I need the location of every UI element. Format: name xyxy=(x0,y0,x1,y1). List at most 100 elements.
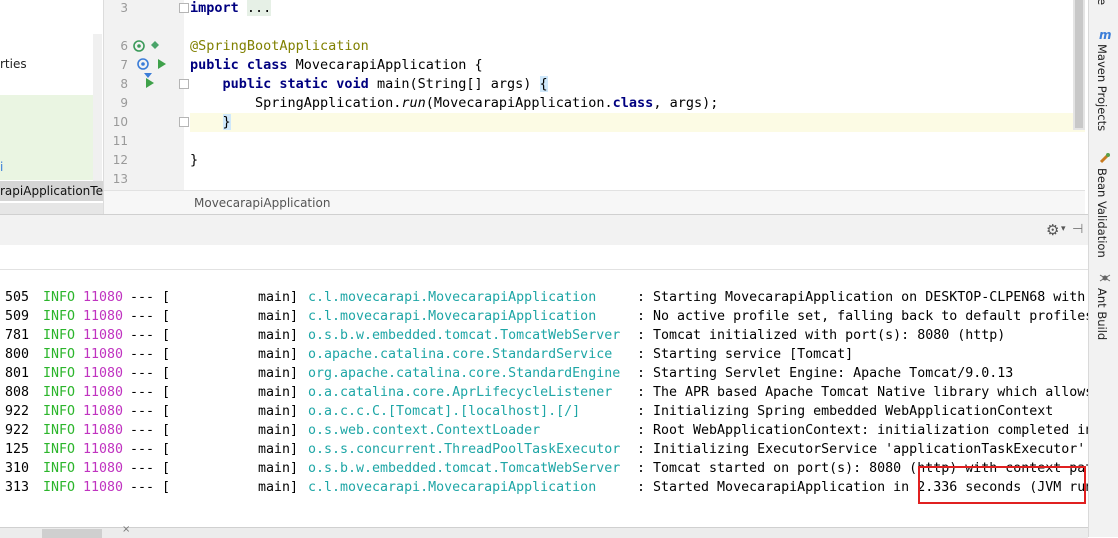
log-time: 310 xyxy=(5,461,30,476)
log-logger: c.l.movecarapi.MovecarapiApplication xyxy=(308,290,597,305)
keyword: public class xyxy=(190,57,288,73)
log-logger: o.s.b.w.embedded.tomcat.TomcatWebServer xyxy=(308,328,621,343)
fold-marker[interactable] xyxy=(179,79,189,89)
maven-icon[interactable]: m xyxy=(1099,28,1112,42)
keyword: class xyxy=(612,95,654,111)
log-separator: --- [ xyxy=(130,404,171,419)
breadcrumb: MovecarapiApplication xyxy=(104,190,1085,214)
code-editor[interactable]: 3 6 7 8 9 10 11 12 13 import ... @Spring… xyxy=(103,0,1085,214)
bean-validation-icon[interactable] xyxy=(1099,152,1111,167)
line-number: 3 xyxy=(120,1,128,15)
log-thread: main] xyxy=(258,347,299,362)
run-main-icon[interactable] xyxy=(145,77,155,92)
log-thread: main] xyxy=(258,309,299,324)
log-level: INFO xyxy=(43,347,76,362)
log-logger: c.l.movecarapi.MovecarapiApplication xyxy=(308,480,597,495)
log-row: 125 INFO 11080 --- [main] o.s.s.concurrent.T… xyxy=(0,440,1088,459)
log-time: 922 xyxy=(5,404,30,419)
right-tool-strip: e m Maven Projects Bean Validation Ant B… xyxy=(1088,0,1118,537)
tool-tab-partial[interactable]: e xyxy=(1095,0,1109,5)
matched-brace: { xyxy=(539,76,548,92)
log-thread: main] xyxy=(258,366,299,381)
maven-projects-tab[interactable]: Maven Projects xyxy=(1095,44,1109,131)
code-line-9: SpringApplication.run(MovecarapiApplicat… xyxy=(190,94,1085,113)
log-message: : No active profile set, falling back to… xyxy=(637,309,1088,324)
class-declaration: MovecarapiApplication { xyxy=(287,57,483,73)
log-pid: 11080 xyxy=(83,442,124,457)
log-row: 922 INFO 11080 --- [main] o.a.c.c.C.[Tomcat]… xyxy=(0,402,1088,421)
log-level: INFO xyxy=(43,480,76,495)
log-pid: 11080 xyxy=(83,366,124,381)
log-message: : Initializing Spring embedded WebApplic… xyxy=(637,404,1054,419)
fold-marker[interactable] xyxy=(179,117,189,127)
breadcrumb-item[interactable]: MovecarapiApplication xyxy=(194,196,330,210)
close-icon[interactable]: × xyxy=(122,524,130,535)
line-number: 7 xyxy=(120,58,128,72)
code-line-8: public static void main(String[] args) { xyxy=(190,75,1085,94)
code-line-10-current: } xyxy=(190,113,1085,132)
bean-validation-tab[interactable]: Bean Validation xyxy=(1095,168,1109,258)
log-message: : Starting service [Tomcat] xyxy=(637,347,854,362)
log-level: INFO xyxy=(43,290,76,305)
keyword: public static void xyxy=(222,76,369,92)
scrollbar-thumb[interactable] xyxy=(1075,0,1083,128)
log-message: : Tomcat initialized with port(s): 8080 … xyxy=(637,328,1006,343)
log-time: 801 xyxy=(5,366,30,381)
log-time: 922 xyxy=(5,423,30,438)
tree-horizontal-scrollbar[interactable] xyxy=(0,203,103,214)
status-bar: × xyxy=(0,524,1088,538)
code-token: (MovecarapiApplication. xyxy=(425,95,613,111)
line-number: 9 xyxy=(120,96,128,110)
tree-highlight-band xyxy=(0,95,96,180)
code-line-12: } xyxy=(190,151,1085,170)
log-pid: 11080 xyxy=(83,461,124,476)
log-logger: c.l.movecarapi.MovecarapiApplication xyxy=(308,309,597,324)
startup-time-highlight xyxy=(918,466,1086,504)
log-level: INFO xyxy=(43,404,76,419)
tree-item-partial[interactable]: i xyxy=(0,160,3,174)
log-level: INFO xyxy=(43,309,76,324)
log-time: 313 xyxy=(5,480,30,495)
project-tree-panel: rties i rapiApplicationTe xyxy=(0,0,103,214)
log-separator: --- [ xyxy=(130,423,171,438)
code-line-6: @SpringBootApplication xyxy=(190,37,1085,56)
log-separator: --- [ xyxy=(130,461,171,476)
log-time: 125 xyxy=(5,442,30,457)
log-row: 808 INFO 11080 --- [main] o.a.catalina.core.… xyxy=(0,383,1088,402)
fold-marker[interactable] xyxy=(179,3,189,13)
log-time: 509 xyxy=(5,309,30,324)
code-line-3: import ... xyxy=(190,0,1085,18)
log-level: INFO xyxy=(43,328,76,343)
spring-bean-icon[interactable] xyxy=(133,40,145,55)
folded-imports[interactable]: ... xyxy=(246,0,272,16)
chevron-down-icon[interactable]: ▾ xyxy=(1061,224,1066,234)
run-class-icon[interactable] xyxy=(157,58,167,73)
log-message: : Starting MovecarapiApplication on DESK… xyxy=(637,290,1088,305)
log-separator: --- [ xyxy=(130,328,171,343)
gear-icon[interactable]: ⚙ xyxy=(1046,221,1059,239)
log-thread: main] xyxy=(258,461,299,476)
editor-scrollbar[interactable] xyxy=(1073,0,1085,130)
tree-item-selected-test[interactable]: rapiApplicationTe xyxy=(0,181,103,201)
hide-panel-icon[interactable]: ⊣ xyxy=(1072,222,1083,237)
log-logger: o.a.c.c.C.[Tomcat].[localhost].[/] xyxy=(308,404,581,419)
log-time: 800 xyxy=(5,347,30,362)
spring-config-icon[interactable] xyxy=(149,39,161,54)
log-pid: 11080 xyxy=(83,423,124,438)
log-separator: --- [ xyxy=(130,480,171,495)
tree-vertical-scrollbar[interactable] xyxy=(93,34,102,184)
log-time: 505 xyxy=(5,290,30,305)
log-level: INFO xyxy=(43,442,76,457)
run-panel-subheader xyxy=(0,245,1088,270)
log-separator: --- [ xyxy=(130,442,171,457)
log-row: 505 INFO 11080 --- [main] c.l.movecarapi.Mov… xyxy=(0,288,1088,307)
log-logger: o.a.catalina.core.AprLifecycleListener xyxy=(308,385,613,400)
ant-build-tab[interactable]: Ant Build xyxy=(1095,288,1109,340)
matched-brace: } xyxy=(222,114,231,130)
log-level: INFO xyxy=(43,366,76,381)
log-level: INFO xyxy=(43,461,76,476)
ant-icon[interactable] xyxy=(1099,272,1111,287)
log-logger: org.apache.catalina.core.StandardEngine xyxy=(308,366,621,381)
log-logger: o.s.web.context.ContextLoader xyxy=(308,423,541,438)
tree-item-properties[interactable]: rties xyxy=(0,57,27,71)
